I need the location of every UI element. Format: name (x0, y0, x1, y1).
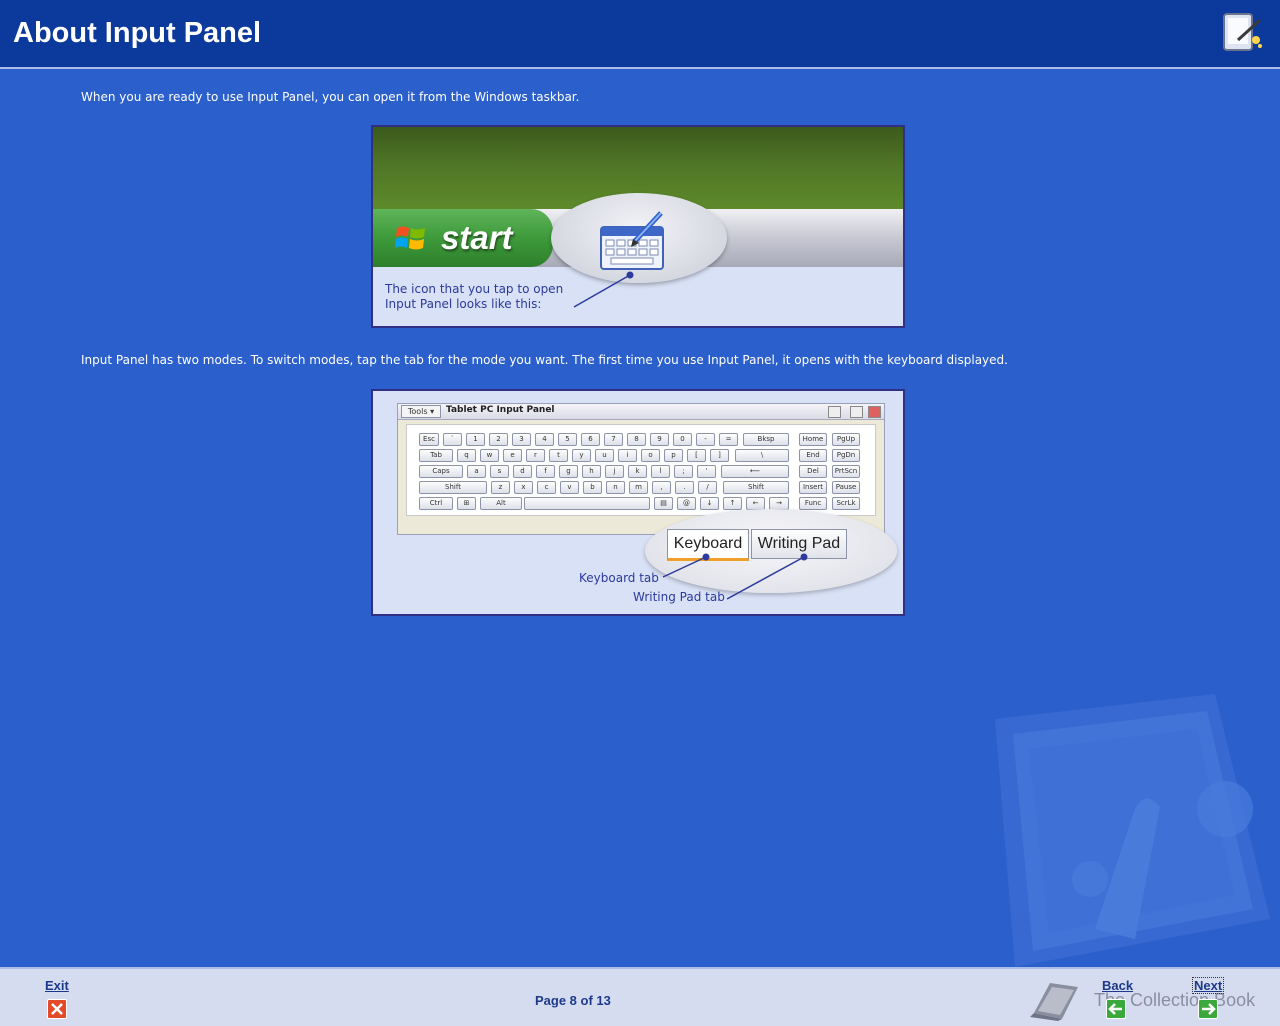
exit-close-icon[interactable] (47, 999, 67, 1019)
taskbar-figure: start The icon that you tap to open Inpu… (371, 125, 905, 328)
input-panel-figure: Tools ▾ Tablet PC Input Panel Esc ` 1 2 … (371, 389, 905, 616)
page-title: About Input Panel (13, 17, 262, 49)
tablet-pc-pen-icon (1223, 13, 1262, 51)
page-indicator: Page 8 of 13 (535, 993, 611, 1008)
book-logo-icon (1030, 983, 1078, 1021)
exit-link[interactable]: Exit (45, 978, 69, 993)
next-arrow-icon[interactable] (1198, 999, 1218, 1019)
next-link[interactable]: Next (1191, 977, 1225, 994)
tab-callout-lines (662, 553, 808, 600)
icon-callout-line (573, 271, 634, 308)
modes-paragraph: Input Panel has two modes. To switch mod… (81, 353, 1008, 367)
intro-paragraph: When you are ready to use Input Panel, y… (81, 90, 580, 104)
content-area: When you are ready to use Input Panel, y… (0, 69, 1280, 967)
header-bar: About Input Panel (0, 0, 1280, 69)
footer-bar: Exit Page 8 of 13 The Collection Book Ba… (0, 967, 1280, 1026)
back-link[interactable]: Back (1102, 978, 1133, 993)
book-watermark-icon (995, 694, 1270, 967)
back-arrow-icon[interactable] (1106, 999, 1126, 1019)
